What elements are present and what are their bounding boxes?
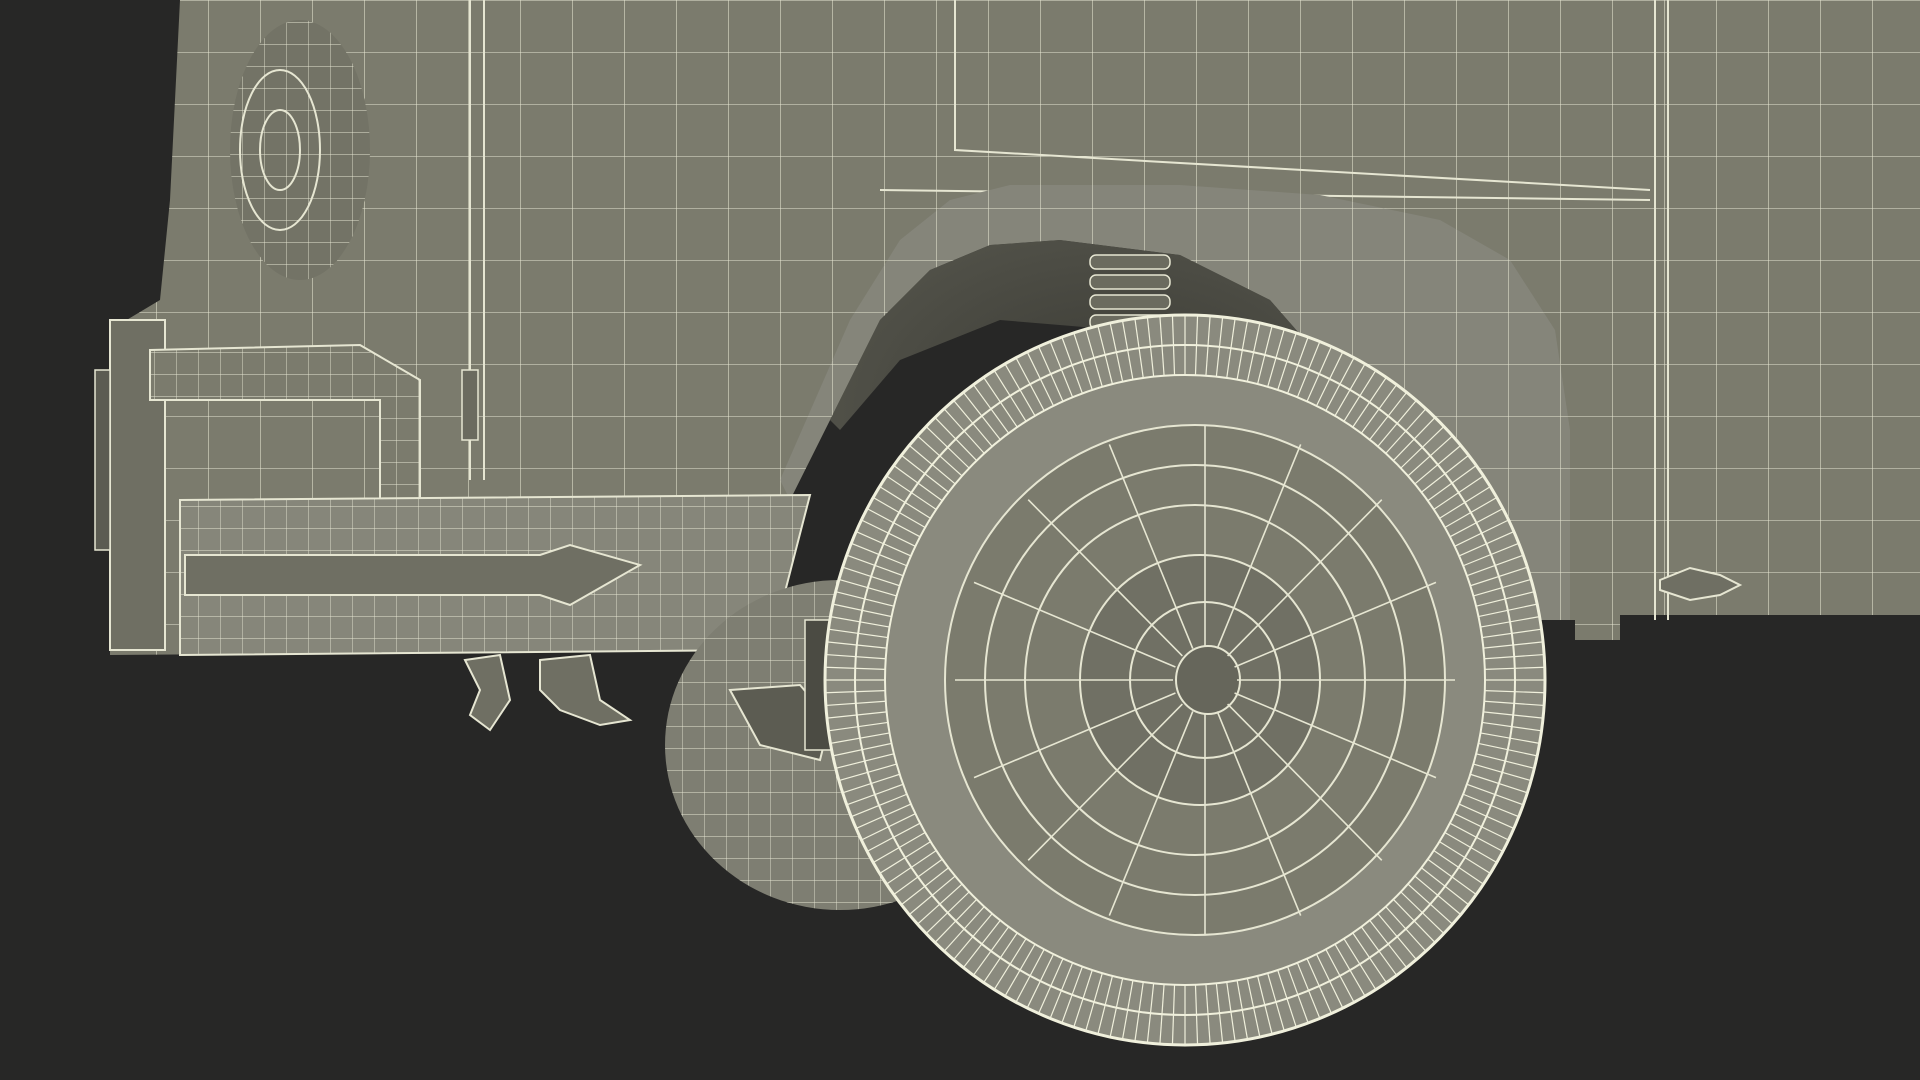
render-viewport bbox=[0, 0, 1920, 1080]
tow-hooks bbox=[463, 653, 633, 732]
headlight bbox=[230, 20, 370, 280]
wireframe-scene bbox=[94, 0, 1920, 1047]
antenna bbox=[461, 369, 479, 441]
